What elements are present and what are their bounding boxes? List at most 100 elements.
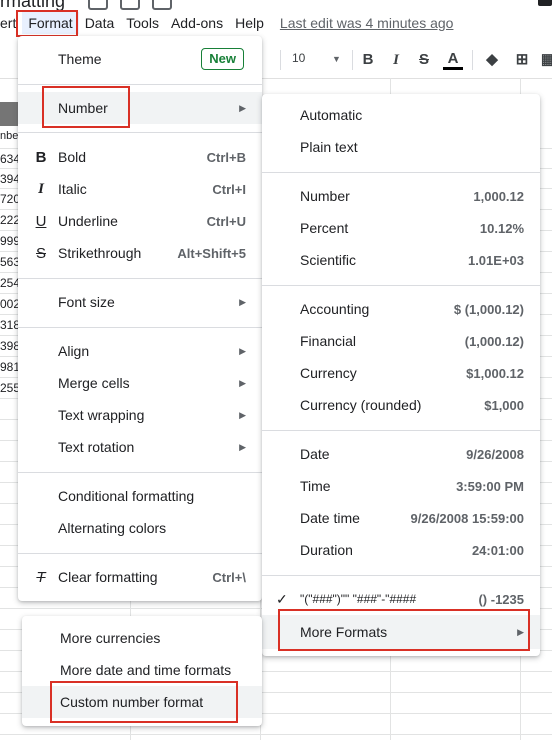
menu-addons[interactable]: Add-ons xyxy=(165,12,229,34)
menu-item-conditional-formatting[interactable]: Conditional formatting xyxy=(18,480,262,512)
submenu-item-label: Date xyxy=(300,446,330,462)
submenu-arrow-icon: ▶ xyxy=(239,345,246,356)
shortcut-label: Ctrl+B xyxy=(206,149,246,165)
number-format-duration[interactable]: Duration 24:01:00 xyxy=(262,534,540,566)
menu-item-label: Merge cells xyxy=(58,375,130,391)
font-size-dropdown-icon[interactable]: ▼ xyxy=(332,54,341,64)
menu-item-align[interactable]: Align ▶ xyxy=(18,335,262,367)
number-format-financial[interactable]: Financial (1,000.12) xyxy=(262,325,540,357)
number-format-number[interactable]: Number 1,000.12 xyxy=(262,180,540,212)
menu-item-italic[interactable]: I Italic Ctrl+I xyxy=(18,173,262,205)
submenu-item-label: More Formats xyxy=(300,624,388,640)
menu-item-bold[interactable]: B Bold Ctrl+B xyxy=(18,141,262,173)
submenu-item-label: Automatic xyxy=(300,107,363,123)
star-icon[interactable] xyxy=(88,0,108,10)
menu-divider xyxy=(18,278,262,279)
menu-help[interactable]: Help xyxy=(229,12,270,34)
fill-color-icon[interactable]: ◆ xyxy=(482,50,502,70)
submenu-arrow-icon: ▶ xyxy=(239,409,246,420)
number-format-more-formats[interactable]: More Formats ▶ xyxy=(262,615,540,649)
menu-item-label: Conditional formatting xyxy=(58,488,195,504)
cell-value[interactable]: 981 xyxy=(0,360,20,374)
menu-item-label: Alternating colors xyxy=(58,520,167,536)
menu-item-text-wrapping[interactable]: Text wrapping ▶ xyxy=(18,399,262,431)
cell-value[interactable]: 002 xyxy=(0,297,20,311)
bold-icon: B xyxy=(35,148,47,166)
menu-insert[interactable]: ert xyxy=(0,12,22,34)
italic-icon[interactable]: I xyxy=(386,50,406,70)
cell-value[interactable]: 255 xyxy=(0,381,20,395)
menu-divider xyxy=(18,84,262,85)
menu-data[interactable]: Data xyxy=(79,12,121,34)
menu-item-number[interactable]: Number ▶ xyxy=(18,92,262,124)
move-icon[interactable] xyxy=(120,0,140,10)
number-format-accounting[interactable]: Accounting $ (1,000.12) xyxy=(262,293,540,325)
number-format-date-time[interactable]: Date time 9/26/2008 15:59:00 xyxy=(262,502,540,534)
custom-number-format-item[interactable]: Custom number format xyxy=(22,686,262,718)
shortcut-label: Ctrl+\ xyxy=(212,569,246,585)
more-date-time-formats-item[interactable]: More date and time formats xyxy=(22,654,262,686)
number-format-automatic[interactable]: Automatic xyxy=(262,99,540,131)
submenu-arrow-icon: ▶ xyxy=(517,626,524,637)
strikethrough-icon[interactable]: S xyxy=(414,50,434,70)
clear-formatting-icon: T xyxy=(36,568,46,586)
gridline xyxy=(0,734,552,735)
menu-item-font-size[interactable]: Font size ▶ xyxy=(18,286,262,318)
number-format-time[interactable]: Time 3:59:00 PM xyxy=(262,470,540,502)
submenu-item-label: Number xyxy=(300,188,350,204)
cell-value[interactable]: 398 xyxy=(0,339,20,353)
menu-item-text-rotation[interactable]: Text rotation ▶ xyxy=(18,431,262,463)
menu-item-merge-cells[interactable]: Merge cells ▶ xyxy=(18,367,262,399)
number-format-percent[interactable]: Percent 10.12% xyxy=(262,212,540,244)
cell-value[interactable]: 222 xyxy=(0,213,20,227)
format-sample: $ (1,000.12) xyxy=(453,301,524,317)
cell-value[interactable]: 254 xyxy=(0,276,20,290)
menu-item-theme[interactable]: Theme New xyxy=(18,43,262,75)
format-sample: 1,000.12 xyxy=(473,188,524,204)
menu-item-underline[interactable]: U Underline Ctrl+U xyxy=(18,205,262,237)
comments-icon[interactable] xyxy=(538,0,552,6)
underline-icon: U xyxy=(35,212,47,230)
text-color-icon[interactable]: A xyxy=(443,50,463,70)
format-sample: 1.01E+03 xyxy=(467,252,524,268)
menu-item-label: Italic xyxy=(58,181,87,197)
number-format-currency-rounded[interactable]: Currency (rounded) $1,000 xyxy=(262,389,540,421)
menu-item-label: Number xyxy=(58,100,108,116)
cell-value[interactable]: 720 xyxy=(0,192,20,206)
menu-item-label: Underline xyxy=(58,213,118,229)
cell-value[interactable]: 999 xyxy=(0,234,20,248)
cell-value[interactable]: 563 xyxy=(0,255,20,269)
number-format-currency[interactable]: Currency $1,000.12 xyxy=(262,357,540,389)
number-format-plain-text[interactable]: Plain text xyxy=(262,131,540,163)
menu-bar: ert Format Data Tools Add-ons Help Last … xyxy=(0,12,453,34)
format-sample: 24:01:00 xyxy=(471,542,524,558)
number-format-custom-recent[interactable]: ✓ "("###")"" "###"-"#### () -1235 xyxy=(262,583,540,615)
borders-icon[interactable]: ⊞ xyxy=(512,50,532,70)
menu-item-clear-formatting[interactable]: T Clear formatting Ctrl+\ xyxy=(18,561,262,593)
last-edit-link[interactable]: Last edit was 4 minutes ago xyxy=(280,15,454,31)
submenu-item-label: Date time xyxy=(300,510,360,526)
submenu-item-label: Accounting xyxy=(300,301,370,317)
more-currencies-item[interactable]: More currencies xyxy=(22,622,262,654)
menu-format[interactable]: Format xyxy=(22,12,79,34)
number-format-scientific[interactable]: Scientific 1.01E+03 xyxy=(262,244,540,276)
font-size-value[interactable]: 10 xyxy=(292,51,305,65)
menu-item-label: Text rotation xyxy=(58,439,135,455)
cell-value[interactable]: 318 xyxy=(0,318,20,332)
menu-tools[interactable]: Tools xyxy=(120,12,165,34)
new-badge: New xyxy=(201,48,244,70)
menu-item-alternating-colors[interactable]: Alternating colors xyxy=(18,512,262,544)
cell-value[interactable]: 394 xyxy=(0,172,20,186)
merge-cells-icon[interactable]: ▦ xyxy=(538,50,552,70)
bold-icon[interactable]: B xyxy=(358,50,378,70)
title-icons xyxy=(88,0,172,10)
shortcut-label: Alt+Shift+5 xyxy=(177,245,246,261)
document-title[interactable]: rmatting xyxy=(0,0,65,12)
number-format-date[interactable]: Date 9/26/2008 xyxy=(262,438,540,470)
submenu-item-label: "("###")"" "###"-"#### xyxy=(300,592,417,606)
cell-value[interactable]: 634 xyxy=(0,152,20,166)
menu-item-strikethrough[interactable]: S Strikethrough Alt+Shift+5 xyxy=(18,237,262,269)
submenu-item-label: Percent xyxy=(300,220,349,236)
submenu-item-label: More currencies xyxy=(60,630,161,646)
cloud-status-icon[interactable] xyxy=(152,0,172,10)
